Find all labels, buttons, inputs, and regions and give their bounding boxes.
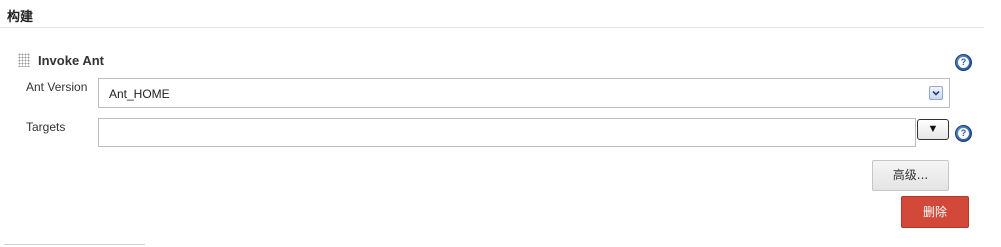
step-help-icon[interactable]: ? (955, 54, 972, 71)
expand-textarea-button[interactable]: ▼ (917, 119, 949, 140)
delete-button[interactable]: 删除 (901, 196, 969, 228)
ant-version-selected-value: Ant_HOME (109, 87, 170, 101)
help-glyph: ? (958, 57, 969, 68)
targets-help-icon[interactable]: ? (955, 125, 972, 142)
advanced-button[interactable]: 高级... (872, 160, 949, 191)
section-divider (0, 27, 984, 28)
help-glyph: ? (958, 128, 969, 139)
build-config-page: 构建 Invoke Ant ? Ant Version Ant_HOME Tar… (0, 0, 1001, 247)
ant-version-select[interactable]: Ant_HOME (98, 78, 950, 108)
chevron-down-icon[interactable] (929, 86, 943, 100)
targets-input[interactable] (98, 118, 916, 147)
targets-label: Targets (26, 120, 66, 134)
bottom-divider (4, 244, 145, 245)
section-title: 构建 (7, 10, 34, 25)
step-title: Invoke Ant (38, 53, 104, 68)
drag-handle-icon[interactable] (18, 53, 30, 67)
ant-version-label: Ant Version (26, 80, 88, 94)
